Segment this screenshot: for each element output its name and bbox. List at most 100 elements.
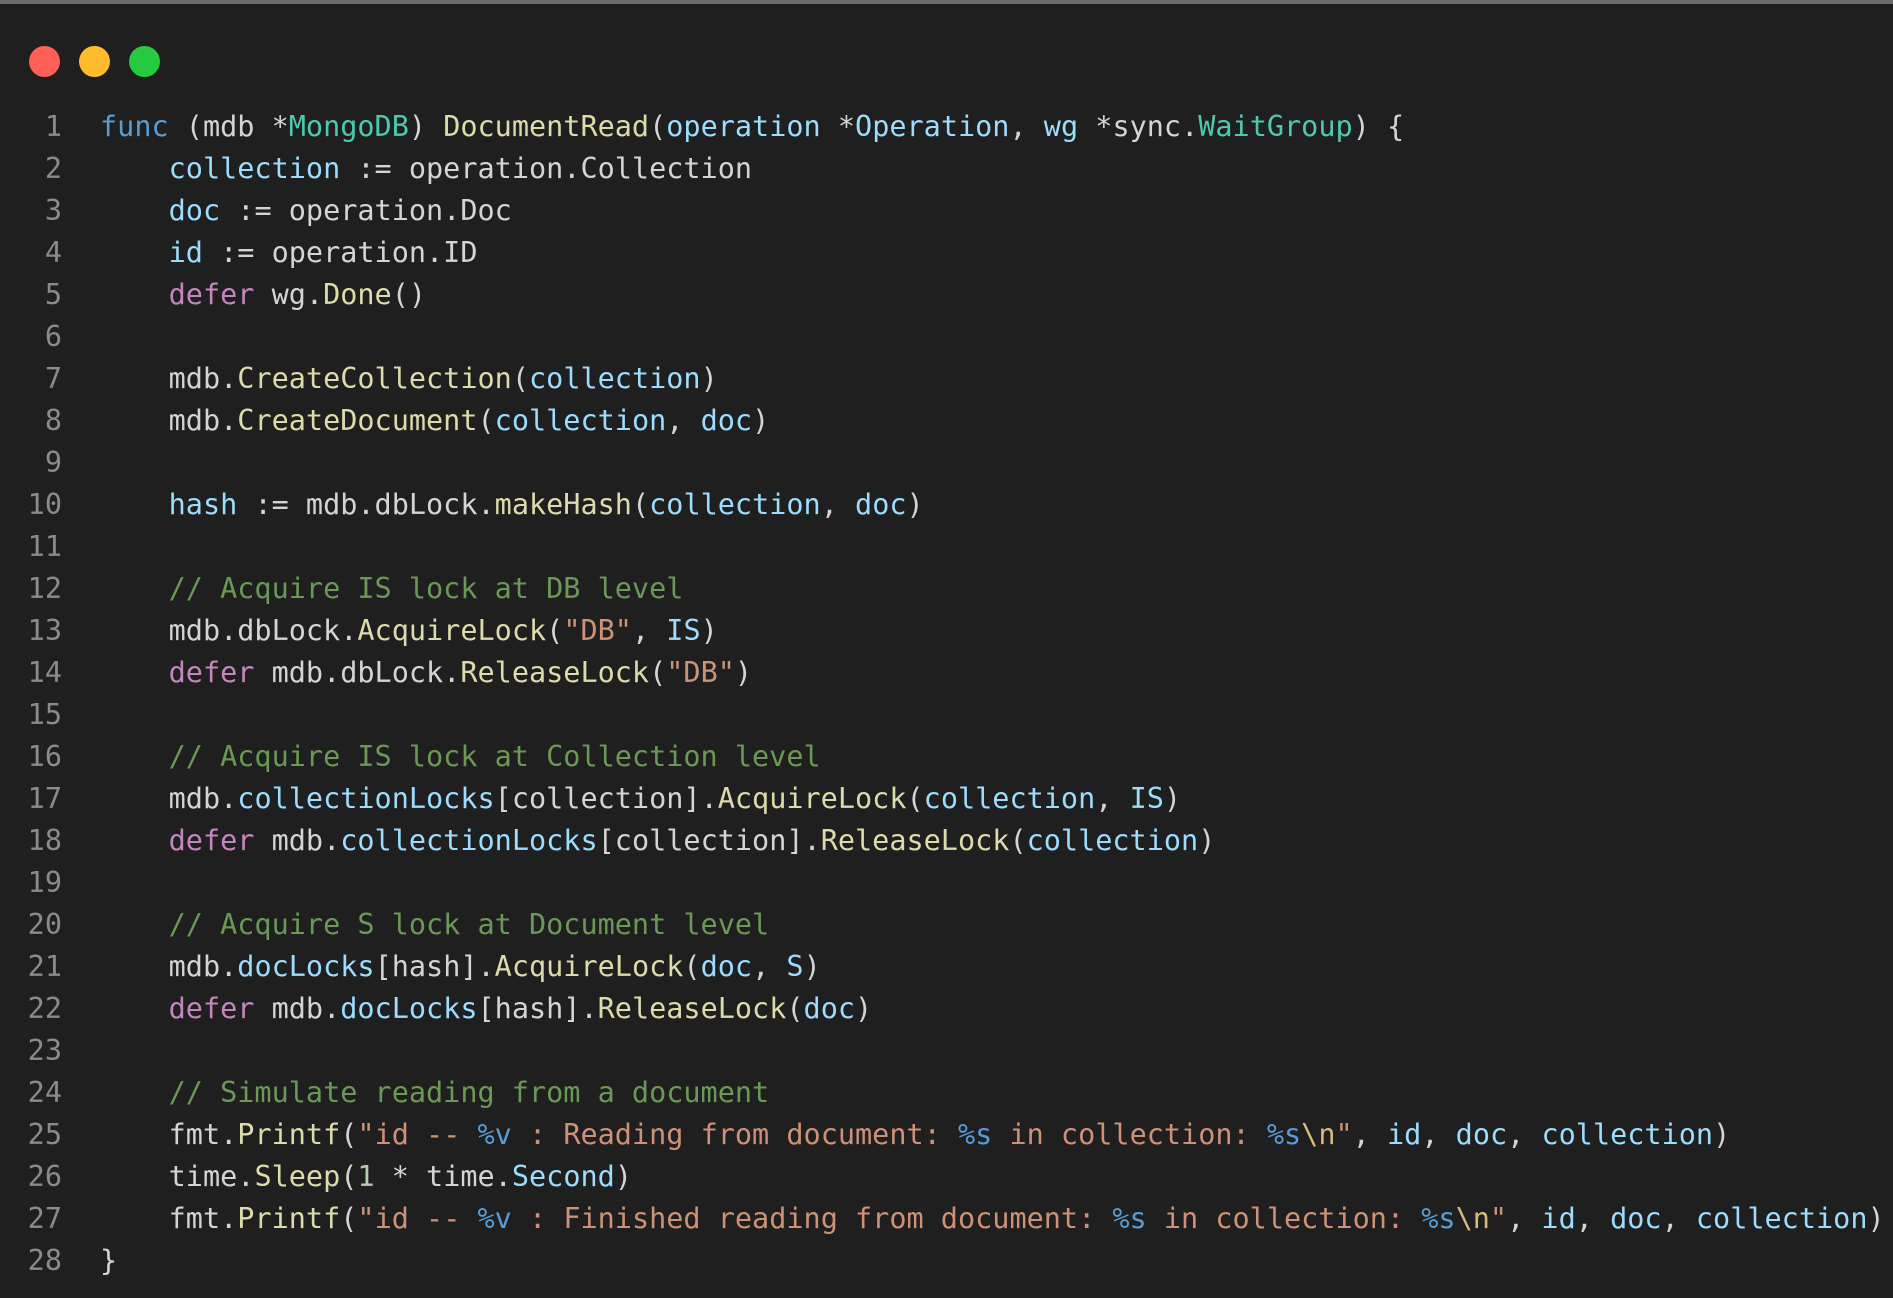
code-token: id <box>168 236 203 269</box>
code-token: operation <box>666 110 821 143</box>
code-line-text: hash := mdb.dbLock.makeHash(collection, … <box>100 484 924 526</box>
code-token: docLocks <box>340 992 478 1025</box>
code-token: ( <box>546 614 564 647</box>
code-editor[interactable]: 1 func (mdb *MongoDB) DocumentRead(operat… <box>0 106 1893 1282</box>
code-token: id <box>1387 1118 1422 1151</box>
code-line: 25 fmt.Printf("id -- %v : Reading from d… <box>0 1114 1893 1156</box>
code-token: %s <box>957 1118 993 1151</box>
code-token: in collection: <box>992 1118 1267 1151</box>
code-token: " <box>1335 1118 1353 1151</box>
code-token: () <box>391 278 427 311</box>
code-token: IS <box>666 614 701 647</box>
code-token: ) <box>614 1160 632 1193</box>
close-window-button[interactable] <box>29 46 60 77</box>
code-token: 1 <box>357 1160 375 1193</box>
code-token: AcquireLock <box>494 950 684 983</box>
code-token: defer <box>168 992 255 1025</box>
code-line-text: defer wg.Done() <box>100 274 426 316</box>
code-token: mdb. <box>100 362 238 395</box>
code-token: wg <box>1043 110 1079 143</box>
code-line-text: defer mdb.collectionLocks[collection].Re… <box>100 820 1216 862</box>
line-number: 13 <box>27 614 62 647</box>
code-token: , <box>1095 782 1130 815</box>
code-line-text: fmt.Printf("id -- %v : Reading from docu… <box>100 1114 1731 1156</box>
code-line: 5 defer wg.Done() <box>0 274 1893 316</box>
code-token: doc <box>855 488 907 521</box>
code-token: doc <box>1610 1202 1662 1235</box>
code-token: MongoDB <box>288 110 409 143</box>
code-line: 27 fmt.Printf("id -- %v : Finished readi… <box>0 1198 1893 1240</box>
code-token: AcquireLock <box>717 782 907 815</box>
code-token: ) <box>855 992 873 1025</box>
code-token: ) { <box>1352 110 1405 143</box>
code-token: mdb. <box>254 992 341 1025</box>
code-token: ) <box>906 488 924 521</box>
code-token: , <box>752 950 787 983</box>
code-token: ) <box>734 656 753 689</box>
code-line: 26 time.Sleep(1 * time.Second) <box>0 1156 1893 1198</box>
code-token: DocumentRead <box>443 110 650 143</box>
code-token: ( <box>683 950 701 983</box>
code-token: collection <box>1026 824 1199 857</box>
code-token: fmt. <box>100 1202 238 1235</box>
maximize-window-button[interactable] <box>129 46 160 77</box>
line-number: 17 <box>27 782 62 815</box>
code-token: fmt. <box>100 1118 238 1151</box>
line-number: 6 <box>44 320 62 353</box>
code-token: ReleaseLock <box>460 656 650 689</box>
code-line-text: mdb.CreateDocument(collection, doc) <box>100 400 770 442</box>
code-line: 6 <box>0 316 1893 358</box>
code-line: 18 defer mdb.collectionLocks[collection]… <box>0 820 1893 862</box>
minimize-window-button[interactable] <box>79 46 110 77</box>
code-line: 4 id := operation.ID <box>0 232 1893 274</box>
line-number: 3 <box>44 194 62 227</box>
code-token: mdb. <box>100 950 238 983</box>
code-token: "id -- <box>357 1202 478 1235</box>
code-token: doc <box>1455 1118 1508 1151</box>
code-token: CreateCollection <box>237 362 512 395</box>
code-token: CreateDocument <box>237 404 478 437</box>
code-token: , <box>1009 110 1044 143</box>
line-number: 16 <box>27 740 62 773</box>
line-number: 24 <box>27 1076 62 1109</box>
code-token: defer <box>168 824 255 857</box>
code-line: 1 func (mdb *MongoDB) DocumentRead(operat… <box>0 106 1893 148</box>
line-number: 28 <box>27 1244 62 1277</box>
line-number: 27 <box>27 1202 62 1235</box>
line-number: 12 <box>27 572 62 605</box>
code-line: 15 <box>0 694 1893 736</box>
code-token: ReleaseLock <box>597 992 787 1025</box>
code-token: AcquireLock <box>357 614 547 647</box>
code-line: 24 // Simulate reading from a document <box>0 1072 1893 1114</box>
code-token: ( <box>340 1118 358 1151</box>
code-window: 1 func (mdb *MongoDB) DocumentRead(operat… <box>0 0 1893 1298</box>
code-token: id <box>1541 1202 1576 1235</box>
code-token: collection <box>1541 1118 1714 1151</box>
line-number: 4 <box>44 236 62 269</box>
code-line: 7 mdb.CreateCollection(collection) <box>0 358 1893 400</box>
code-token: docLocks <box>237 950 375 983</box>
code-token: , <box>1661 1202 1696 1235</box>
code-token: hash <box>168 488 238 521</box>
code-token: ( <box>477 404 495 437</box>
code-token: WaitGroup <box>1198 110 1353 143</box>
code-line-text: mdb.docLocks[hash].AcquireLock(doc, S) <box>100 946 821 988</box>
code-token: ( <box>1009 824 1027 857</box>
code-token: wg. <box>254 278 324 311</box>
code-line: 22 defer mdb.docLocks[hash].ReleaseLock(… <box>0 988 1893 1030</box>
code-token: collection <box>1695 1202 1868 1235</box>
line-number: 18 <box>27 824 62 857</box>
code-line: 23 <box>0 1030 1893 1072</box>
line-number: 20 <box>27 908 62 941</box>
code-token: Sleep <box>254 1160 341 1193</box>
code-token: ( <box>511 362 529 395</box>
code-token: mdb.dbLock. <box>100 614 358 647</box>
line-number: 7 <box>44 362 62 395</box>
line-number: 25 <box>27 1118 62 1151</box>
code-token: " <box>1489 1202 1508 1235</box>
